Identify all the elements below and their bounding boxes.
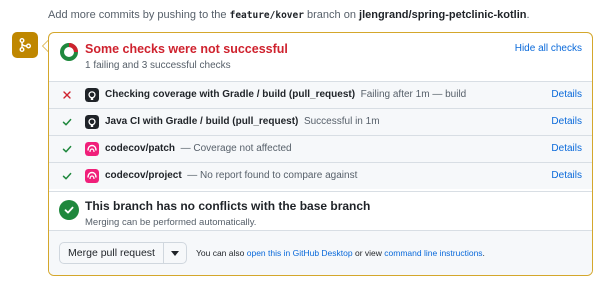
merge-hint-prefix: You can also bbox=[196, 248, 245, 258]
push-hint-suffix: . bbox=[526, 9, 530, 21]
check-name: Java CI with Gradle / build (pull_reques… bbox=[105, 116, 299, 127]
check-description: Successful in 1m bbox=[303, 116, 380, 127]
check-description: Failing after 1m — build bbox=[360, 89, 467, 100]
check-text: codecov/patch — Coverage not affected bbox=[105, 143, 292, 154]
check-icon bbox=[62, 145, 72, 153]
check-details-link[interactable]: Details bbox=[551, 170, 582, 181]
checks-donut-icon bbox=[60, 43, 78, 61]
conflict-status-subtitle: Merging can be performed automatically. bbox=[85, 217, 257, 228]
merge-box: Some checks were not successful 1 failin… bbox=[48, 32, 593, 276]
checks-summary-subtitle: 1 failing and 3 successful checks bbox=[85, 60, 231, 71]
conflict-status-title: This branch has no conflicts with the ba… bbox=[85, 199, 371, 213]
checks-list: Checking coverage with Gradle / build (p… bbox=[49, 81, 592, 189]
check-name: codecov/patch bbox=[105, 143, 176, 154]
x-icon bbox=[63, 91, 71, 99]
check-details-link[interactable]: Details bbox=[551, 143, 582, 154]
merge-hint-suffix: . bbox=[482, 248, 485, 258]
check-row: codecov/project — No report found to com… bbox=[49, 162, 592, 189]
check-row: Checking coverage with Gradle / build (p… bbox=[49, 81, 592, 108]
check-text: codecov/project — No report found to com… bbox=[105, 170, 357, 181]
hide-all-checks-link[interactable]: Hide all checks bbox=[515, 43, 582, 54]
check-details-link[interactable]: Details bbox=[551, 116, 582, 127]
check-name: codecov/project bbox=[105, 170, 182, 181]
codecov-icon bbox=[85, 169, 99, 183]
check-icon bbox=[62, 118, 72, 126]
merge-pull-request-button[interactable]: Merge pull request bbox=[60, 243, 164, 263]
check-icon bbox=[62, 172, 72, 180]
merge-method-dropdown[interactable] bbox=[164, 243, 186, 263]
branch-name: feature/kover bbox=[229, 10, 304, 21]
check-description: — No report found to compare against bbox=[187, 170, 358, 181]
check-circle-icon bbox=[59, 200, 79, 220]
git-merge-icon bbox=[12, 32, 38, 58]
merge-hint-middle: or view bbox=[354, 248, 382, 258]
merge-button-group: Merge pull request bbox=[59, 242, 187, 264]
check-details-link[interactable]: Details bbox=[551, 89, 582, 100]
github-icon bbox=[85, 115, 99, 129]
triangle-down-icon bbox=[171, 250, 179, 256]
check-text: Java CI with Gradle / build (pull_reques… bbox=[105, 116, 380, 127]
check-row: codecov/patch — Coverage not affected Det… bbox=[49, 135, 592, 162]
open-in-desktop-link[interactable]: open this in GitHub Desktop bbox=[247, 248, 353, 258]
check-row: Java CI with Gradle / build (pull_reques… bbox=[49, 108, 592, 135]
push-hint-prefix: Add more commits by pushing to the bbox=[48, 9, 227, 21]
check-text: Checking coverage with Gradle / build (p… bbox=[105, 89, 466, 100]
checks-summary: Some checks were not successful 1 failin… bbox=[49, 33, 592, 83]
checks-summary-title: Some checks were not successful bbox=[85, 42, 288, 56]
repo-name: jlengrand/spring-petclinic-kotlin bbox=[359, 9, 527, 21]
check-description: — Coverage not affected bbox=[180, 143, 292, 154]
command-line-instructions-link[interactable]: command line instructions bbox=[384, 248, 482, 258]
codecov-icon bbox=[85, 142, 99, 156]
merge-hint: You can also open this in GitHub Desktop… bbox=[196, 248, 485, 258]
merge-actions: Merge pull request You can also open thi… bbox=[49, 230, 592, 275]
github-icon bbox=[85, 88, 99, 102]
push-hint: Add more commits by pushing to the featu… bbox=[48, 9, 530, 21]
push-hint-middle: branch on bbox=[307, 9, 356, 21]
check-name: Checking coverage with Gradle / build (p… bbox=[105, 89, 356, 100]
